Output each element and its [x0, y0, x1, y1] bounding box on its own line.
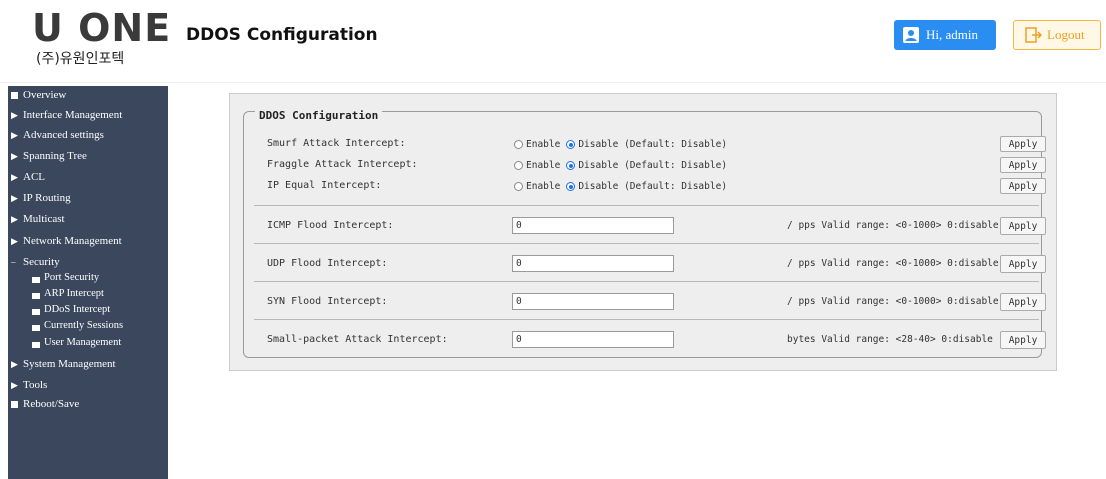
ip-equal-radio-group: Enable Disable (Default: Disable) [514, 181, 733, 192]
fraggle-apply-button[interactable]: Apply [1000, 157, 1046, 173]
ip-equal-enable-radio[interactable] [514, 182, 523, 191]
arrow-right-icon: ▶ [11, 151, 18, 161]
sidebar-item-spanning-tree[interactable]: ▶ Spanning Tree [11, 148, 87, 164]
small-packet-apply-button[interactable]: Apply [1000, 331, 1046, 349]
sidebar-item-interface-management[interactable]: ▶ Interface Management [11, 107, 122, 123]
logo-text: U ONE [32, 6, 172, 50]
smurf-label: Smurf Attack Intercept: [267, 138, 406, 149]
sidebar-item-overview[interactable]: Overview [11, 87, 66, 103]
small-packet-input[interactable]: 0 [512, 331, 674, 348]
page-title: DDOS Configuration [186, 25, 378, 45]
syn-flood-input[interactable]: 0 [512, 293, 674, 310]
user-button[interactable]: Hi, admin [894, 20, 996, 50]
sidebar-subitem-port-security[interactable]: Port Security [32, 270, 99, 286]
ddos-config-panel: Smurf Attack Intercept: Enable Disable (… [229, 93, 1057, 371]
square-bullet-icon [32, 324, 40, 331]
sidebar: Overview ▶ Interface Management ▶ Advanced… [8, 86, 168, 479]
syn-flood-label: SYN Flood Intercept: [267, 296, 388, 307]
udp-flood-hint: / pps Valid range: <0-1000> 0:disable [787, 258, 999, 269]
smurf-enable-radio[interactable] [514, 140, 523, 149]
arrow-right-icon: ▶ [11, 380, 18, 390]
syn-flood-hint: / pps Valid range: <0-1000> 0:disable [787, 296, 999, 307]
collapse-dash-icon: – [11, 257, 16, 267]
sidebar-subitem-user-management[interactable]: User Management [32, 335, 121, 351]
company-logo: U ONE (주)유원인포텍 [32, 8, 170, 70]
user-label: Hi, admin [926, 27, 978, 42]
icmp-flood-label: ICMP Flood Intercept: [267, 220, 394, 231]
ddos-fieldset: Smurf Attack Intercept: Enable Disable (… [243, 111, 1046, 358]
divider [254, 319, 1039, 320]
smurf-disable-radio[interactable] [566, 140, 576, 149]
icmp-flood-input[interactable]: 0 [512, 217, 674, 234]
logout-icon [1024, 26, 1043, 44]
sidebar-item-acl[interactable]: ▶ ACL [11, 169, 45, 185]
fieldset-legend: DDOS Configuration [255, 109, 383, 122]
small-packet-label: Small-packet Attack Intercept: [267, 334, 448, 345]
arrow-right-icon: ▶ [11, 193, 18, 203]
smurf-radio-group: Enable Disable (Default: Disable) [514, 139, 733, 150]
arrow-right-icon: ▶ [11, 214, 18, 224]
arrow-right-icon: ▶ [11, 172, 18, 182]
divider [254, 281, 1039, 282]
sidebar-item-ip-routing[interactable]: ▶ IP Routing [11, 190, 71, 206]
divider [254, 243, 1039, 244]
user-icon [902, 26, 920, 44]
sidebar-item-security[interactable]: – Security [11, 254, 60, 270]
icmp-flood-apply-button[interactable]: Apply [1000, 217, 1046, 235]
fraggle-enable-radio[interactable] [514, 161, 523, 170]
square-bullet-icon [32, 341, 40, 348]
logout-button[interactable]: Logout [1013, 20, 1101, 50]
sidebar-subitem-currently-sessions[interactable]: Currently Sessions [32, 318, 123, 334]
sidebar-item-tools[interactable]: ▶ Tools [11, 377, 47, 393]
sidebar-item-system-management[interactable]: ▶ System Management [11, 356, 116, 372]
sidebar-item-reboot-save[interactable]: Reboot/Save [11, 396, 79, 412]
ip-equal-disable-radio[interactable] [566, 182, 576, 191]
sidebar-subitem-arp-intercept[interactable]: ARP Intercept [32, 286, 104, 302]
udp-flood-label: UDP Flood Intercept: [267, 258, 388, 269]
logo-subtext: (주)유원인포텍 [36, 51, 125, 67]
arrow-right-icon: ▶ [11, 130, 18, 140]
udp-flood-apply-button[interactable]: Apply [1000, 255, 1046, 273]
square-bullet-icon [32, 308, 40, 315]
square-bullet-icon [32, 292, 40, 299]
sidebar-subitem-ddos-intercept[interactable]: DDoS Intercept [32, 302, 110, 318]
divider [254, 205, 1039, 206]
square-bullet-icon [32, 276, 40, 283]
icmp-flood-hint: / pps Valid range: <0-1000> 0:disable [787, 220, 999, 231]
fraggle-radio-group: Enable Disable (Default: Disable) [514, 160, 733, 171]
header: U ONE (주)유원인포텍 DDOS Configuration Hi, ad… [0, 0, 1106, 83]
fraggle-disable-radio[interactable] [566, 161, 576, 170]
smurf-apply-button[interactable]: Apply [1000, 136, 1046, 152]
udp-flood-input[interactable]: 0 [512, 255, 674, 272]
square-bullet-icon [11, 400, 18, 408]
ip-equal-label: IP Equal Intercept: [267, 180, 382, 191]
small-packet-hint: bytes Valid range: <28-40> 0:disable [787, 334, 993, 345]
ip-equal-apply-button[interactable]: Apply [1000, 178, 1046, 194]
logout-label: Logout [1047, 27, 1085, 42]
arrow-right-icon: ▶ [11, 110, 18, 120]
syn-flood-apply-button[interactable]: Apply [1000, 293, 1046, 311]
sidebar-item-multicast[interactable]: ▶ Multicast [11, 211, 65, 227]
arrow-right-icon: ▶ [11, 359, 18, 369]
arrow-right-icon: ▶ [11, 236, 18, 246]
sidebar-item-network-management[interactable]: ▶ Network Management [11, 233, 122, 249]
sidebar-item-advanced-settings[interactable]: ▶ Advanced settings [11, 127, 104, 143]
fraggle-label: Fraggle Attack Intercept: [267, 159, 418, 170]
square-bullet-icon [11, 91, 18, 99]
